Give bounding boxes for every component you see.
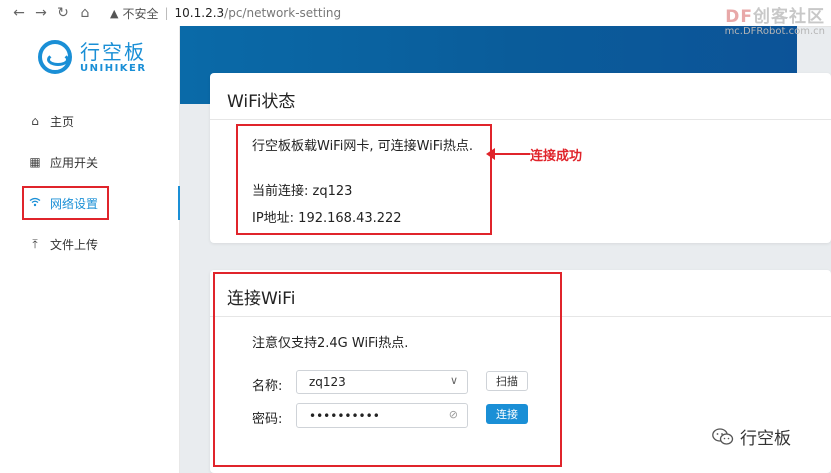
sidebar: 行空板 UNIHIKER ⌂ 主页 ▦ 应用开关 网络设置 ⤒ 文件上传 xyxy=(0,26,180,473)
sidebar-item-home[interactable]: ⌂ 主页 xyxy=(0,106,179,136)
highlight-network-menu xyxy=(22,186,109,220)
reload-button[interactable]: ↻ xyxy=(52,5,74,21)
grid-icon: ▦ xyxy=(29,155,41,169)
highlight-connect-wifi xyxy=(213,272,562,467)
annotation-arrow-head xyxy=(486,148,495,160)
card-divider xyxy=(210,119,831,120)
wechat-name: 行空板 xyxy=(740,429,791,449)
back-button[interactable]: ← xyxy=(8,5,30,21)
wechat-icon xyxy=(712,427,734,446)
annotation-success: 连接成功 xyxy=(530,149,583,164)
upload-icon: ⤒ xyxy=(32,236,38,251)
sidebar-item-label: 应用开关 xyxy=(50,155,99,170)
sidebar-item-upload[interactable]: ⤒ 文件上传 xyxy=(0,229,179,259)
home-button[interactable]: ⌂ xyxy=(74,5,96,21)
site-watermark: DF创客社区 mc.DFRobot.com.cn xyxy=(725,2,825,37)
wechat-watermark: 行空板 xyxy=(712,424,791,449)
logo-subtitle: UNIHIKER xyxy=(80,62,147,74)
logo-icon xyxy=(38,40,72,74)
url-separator: | xyxy=(164,6,169,20)
url-host: 10.1.2.3 xyxy=(174,6,225,20)
app-logo[interactable]: 行空板 UNIHIKER xyxy=(38,40,147,74)
highlight-wifi-status xyxy=(236,124,492,235)
annotation-arrow xyxy=(492,153,530,155)
sidebar-item-apps[interactable]: ▦ 应用开关 xyxy=(0,147,179,177)
watermark-url: mc.DFRobot.com.cn xyxy=(724,26,825,37)
forward-button[interactable]: → xyxy=(30,5,52,21)
url-path: /pc/network-setting xyxy=(224,6,342,20)
warning-icon: ▲ xyxy=(110,6,119,20)
browser-address-bar: ← → ↻ ⌂ ▲ 不安全 | 10.1.2.3/pc/network-sett… xyxy=(0,0,831,27)
watermark-site-name: 创客社区 xyxy=(753,7,825,27)
main-content: WiFi状态 行空板板载WiFi网卡, 可连接WiFi热点. 当前连接: zq1… xyxy=(180,26,831,473)
wifi-status-title: WiFi状态 xyxy=(227,92,296,112)
home-icon: ⌂ xyxy=(31,114,39,128)
watermark-df: DF xyxy=(725,7,753,27)
url-field[interactable]: ▲ 不安全 | 10.1.2.3/pc/network-setting xyxy=(104,2,670,24)
security-label: 不安全 xyxy=(122,6,159,21)
logo-name: 行空板 xyxy=(80,39,146,64)
sidebar-item-label: 文件上传 xyxy=(50,237,99,252)
sidebar-item-label: 主页 xyxy=(50,114,75,129)
